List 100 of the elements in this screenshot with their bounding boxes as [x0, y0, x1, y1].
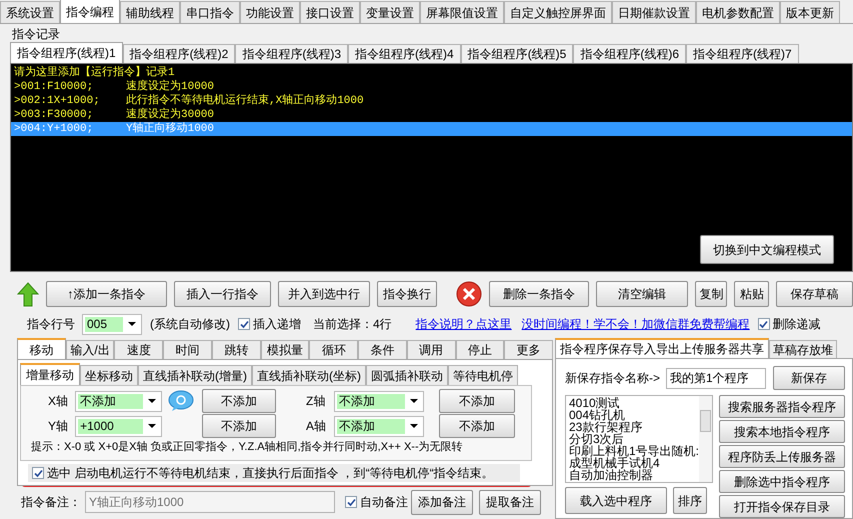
- toolbar-button[interactable]: 清空编辑: [596, 281, 688, 307]
- program-name-field[interactable]: 我的第1个程序: [666, 368, 766, 388]
- tab[interactable]: 输入/出: [66, 340, 114, 359]
- program-list[interactable]: 4010测试 004钻孔机 23款行架程序 分切3次后 印刷上料机1号导出随机: 成型机械手试机4 自动加油控制器: [565, 395, 713, 483]
- delete-icon[interactable]: [456, 281, 482, 307]
- axis-label: Z轴: [306, 393, 326, 410]
- tab[interactable]: 系统设置: [0, 1, 60, 23]
- list-item[interactable]: 自动加油控制器: [569, 469, 653, 481]
- list-item[interactable]: 分切3次后: [569, 433, 624, 445]
- toolbar-button[interactable]: 插入一行指令: [174, 281, 272, 307]
- tab[interactable]: 指令组程序(线程)3: [235, 44, 348, 63]
- sort-button[interactable]: 排序: [673, 487, 707, 514]
- list-item[interactable]: 4010测试: [569, 397, 620, 409]
- tab[interactable]: 停止: [456, 340, 504, 359]
- field-label: 指令行号: [27, 316, 76, 333]
- tab[interactable]: 指令组程序(线程)7: [686, 44, 799, 63]
- speech-bubble-icon[interactable]: [167, 390, 196, 412]
- code-line[interactable]: >002:1X+1000; 此行指令不等待电机运行结束,X轴正向移动1000: [11, 94, 852, 108]
- tab[interactable]: 指令组程序(线程)1: [10, 42, 123, 63]
- scroll-thumb[interactable]: [700, 410, 711, 432]
- toolbar-button[interactable]: ↑添加一条指令: [46, 281, 167, 307]
- tab[interactable]: 循环: [309, 340, 358, 359]
- toolbar-button[interactable]: 删除一条指令: [488, 281, 589, 307]
- tab[interactable]: 指令组程序(线程)5: [460, 44, 574, 63]
- axis-dropdown[interactable]: 不添加: [334, 390, 424, 412]
- tab[interactable]: 自定义触控屏界面: [504, 1, 612, 23]
- toolbar-button[interactable]: 复制: [695, 281, 728, 307]
- dropdown-arrow-icon: [148, 399, 156, 403]
- code-line[interactable]: 请为这里添加【运行指令】记录1: [11, 66, 852, 80]
- axis-dropdown[interactable]: 不添加: [75, 390, 162, 412]
- checkbox[interactable]: [758, 318, 770, 330]
- tab[interactable]: 速度: [114, 340, 164, 359]
- help-link[interactable]: 没时间编程！学不会！加微信群免费帮编程: [522, 315, 750, 333]
- load-button[interactable]: 载入选中程序: [565, 487, 667, 514]
- axis-dropdown[interactable]: 不添加: [334, 416, 424, 436]
- tab[interactable]: 坐标移动: [80, 365, 138, 385]
- checkbox[interactable]: [238, 318, 250, 330]
- program-action-button[interactable]: 搜索本地指令程序: [719, 420, 845, 443]
- scrollbar[interactable]: [699, 396, 712, 482]
- checkbox[interactable]: [32, 467, 44, 479]
- add-axis-button[interactable]: 不添加: [202, 414, 276, 438]
- add-axis-button[interactable]: 不添加: [202, 389, 276, 413]
- toolbar-button[interactable]: 粘贴: [734, 281, 770, 307]
- tab[interactable]: 模拟量: [260, 340, 310, 359]
- remark-field[interactable]: Y轴正向移动1000: [85, 491, 335, 513]
- code-line[interactable]: >001:F10000; 速度设定为10000: [11, 80, 852, 94]
- axis-dropdown[interactable]: +1000: [75, 416, 162, 436]
- code-editor[interactable]: 请为这里添加【运行指令】记录1 >001:F10000; 速度设定为10000 >002:1X+1000; 此行指令不等待电机运行结束,X轴正向移动1000 >003:F30000; 速度设定为30000 >004:Y+1000; Y轴正向移动1000 切换到中文编程模式: [10, 63, 853, 272]
- up-arrow-icon[interactable]: [17, 282, 39, 306]
- program-action-button[interactable]: 打开指令保存目录: [719, 495, 845, 518]
- list-item[interactable]: 成型机械手试机4: [569, 457, 660, 469]
- program-action-button[interactable]: 程序防丢上传服务器: [719, 445, 845, 468]
- help-link[interactable]: 指令说明？点这里: [416, 315, 512, 333]
- tab[interactable]: 指令组程序(线程)6: [573, 44, 686, 63]
- tab[interactable]: 电机参数配置: [696, 1, 780, 23]
- tab[interactable]: 指令程序保存导入导出上传服务器共享: [555, 338, 769, 358]
- tab[interactable]: 指令组程序(线程)4: [348, 44, 461, 63]
- tab[interactable]: 指令编程: [60, 0, 120, 23]
- checkbox-label: 选中 启动电机运行不等待电机结束，直接执行后面指令 ，到“等待电机停“指令结束。: [47, 465, 494, 482]
- tab[interactable]: 指令组程序(线程)2: [122, 44, 236, 63]
- tab[interactable]: 条件: [358, 340, 407, 359]
- toolbar-button[interactable]: 保存草稿: [776, 281, 853, 307]
- save-button[interactable]: 新保存: [773, 366, 845, 390]
- toolbar-button[interactable]: 指令换行: [377, 281, 437, 307]
- switch-mode-button[interactable]: 切换到中文编程模式: [700, 235, 834, 264]
- checkbox[interactable]: [345, 496, 357, 508]
- tab[interactable]: 屏幕限值设置: [420, 1, 504, 23]
- tab[interactable]: 草稿存放堆: [769, 340, 837, 358]
- tab[interactable]: 变量设置: [360, 1, 420, 23]
- list-item[interactable]: 23款行架程序: [569, 421, 642, 433]
- tab[interactable]: 等待电机停: [448, 365, 518, 385]
- program-action-button[interactable]: 搜索服务器指令程序: [719, 395, 845, 418]
- tab[interactable]: 时间: [163, 340, 212, 359]
- checkbox-label: 自动备注: [360, 494, 408, 511]
- remark-button[interactable]: 提取备注: [479, 490, 541, 514]
- tab[interactable]: 调用: [406, 340, 456, 359]
- tab[interactable]: 移动: [17, 338, 66, 359]
- remark-button[interactable]: 添加备注: [411, 490, 473, 514]
- tab[interactable]: 更多: [504, 340, 554, 359]
- tab[interactable]: 功能设置: [240, 1, 300, 23]
- tab[interactable]: 跳转: [212, 340, 261, 359]
- tab[interactable]: 串口指令: [180, 1, 240, 23]
- list-item[interactable]: 印刷上料机1号导出随机:: [569, 445, 699, 457]
- toolbar-button[interactable]: 并入到选中行: [278, 281, 370, 307]
- add-axis-button[interactable]: 不添加: [439, 414, 515, 438]
- note-text: (系统自动修改): [150, 316, 230, 333]
- tab[interactable]: 增量移动: [20, 363, 80, 385]
- tab[interactable]: 直线插补联动(坐标): [252, 365, 366, 385]
- line-number-dropdown[interactable]: 005: [82, 314, 142, 334]
- list-item[interactable]: 004钻孔机: [569, 409, 626, 421]
- add-axis-button[interactable]: 不添加: [439, 389, 515, 413]
- tab[interactable]: 直线插补联动(增量): [138, 365, 252, 385]
- tab[interactable]: 辅助线程: [120, 1, 180, 23]
- tab[interactable]: 圆弧插补联动: [366, 365, 448, 385]
- code-line[interactable]: >003:F30000; 速度设定为30000: [11, 108, 852, 122]
- tab[interactable]: 日期催款设置: [612, 1, 696, 23]
- program-action-button[interactable]: 删除选中指令程序: [719, 470, 845, 493]
- tab[interactable]: 接口设置: [300, 1, 360, 23]
- tab[interactable]: 版本更新: [780, 1, 840, 23]
- selection-count: 当前选择：4行: [313, 316, 392, 333]
